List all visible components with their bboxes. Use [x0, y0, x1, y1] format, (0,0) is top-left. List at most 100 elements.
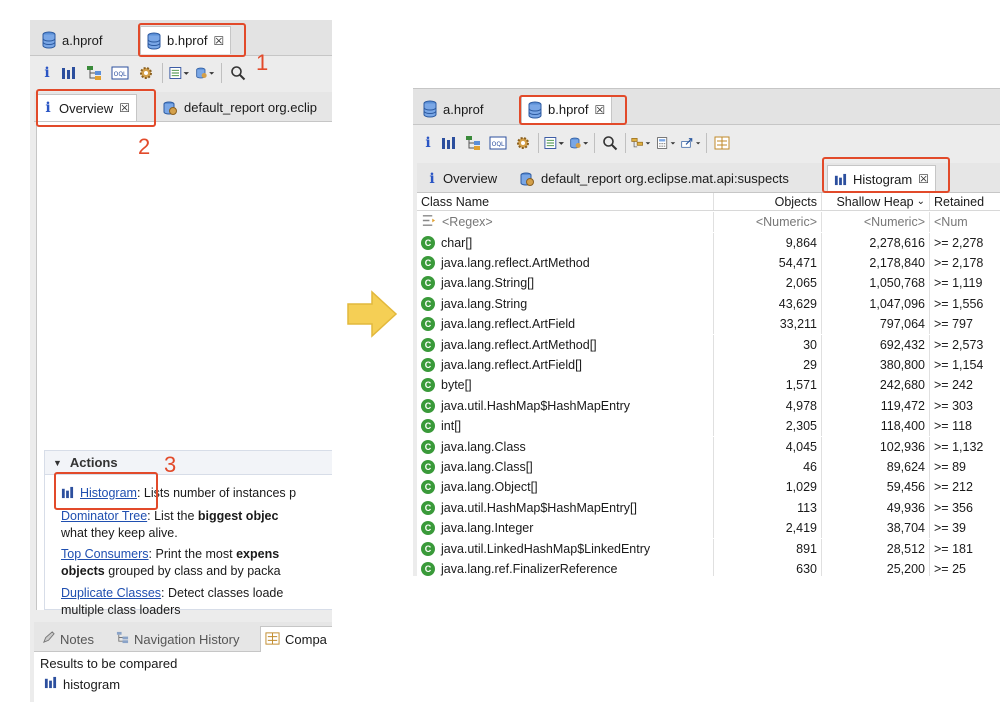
search-icon[interactable]: [228, 63, 248, 83]
table-row[interactable]: Cchar[] 9,864 2,278,616 >= 2,278: [417, 232, 1000, 253]
retained-heap-cell: >= 303: [929, 395, 1000, 417]
highlight-box-b-hprof: [519, 95, 627, 125]
compare-basket-view: Results to be compared histogram: [34, 652, 332, 702]
heap-dump-menu-icon[interactable]: [195, 63, 215, 83]
class-icon: C: [421, 256, 435, 271]
table-row[interactable]: Cjava.lang.Class[] 46 89,624 >= 89: [417, 456, 1000, 478]
table-row[interactable]: Cjava.lang.String[] 2,065 1,050,768 >= 1,11…: [417, 273, 1000, 294]
query-browser-icon[interactable]: [169, 63, 189, 83]
class-name-cell: Cjava.lang.reflect.ArtField[]: [421, 355, 713, 375]
column-header-label: Shallow Heap: [836, 194, 914, 209]
class-name: java.util.LinkedHashMap$LinkedEntry: [441, 541, 651, 556]
tab-label: Overview: [443, 171, 498, 186]
table-row[interactable]: Cjava.util.LinkedHashMap$LinkedEntry 891 2…: [417, 538, 1000, 559]
toolbar-separator: [625, 133, 626, 153]
filter-retained-cell[interactable]: <Num: [929, 212, 1000, 233]
dominator-tree-icon[interactable]: [84, 63, 104, 83]
tab-default-report[interactable]: default_report org.eclipse.mat.api:suspe…: [513, 165, 795, 192]
duplicate-classes-link[interactable]: Duplicate Classes: [61, 586, 161, 600]
tab-overview[interactable]: i Overview: [421, 165, 503, 192]
table-row[interactable]: Cjava.lang.Class 4,045 102,936 >= 1,132: [417, 436, 1000, 457]
class-icon: C: [421, 521, 435, 536]
dominator-tree-link[interactable]: Dominator Tree: [61, 509, 147, 523]
column-header-shallow-heap[interactable]: Shallow Heap ⌄: [821, 193, 929, 210]
class-name: int[]: [441, 419, 462, 434]
overview-info-icon[interactable]: i: [42, 65, 52, 81]
group-by-icon[interactable]: [631, 133, 651, 153]
column-header-class-name[interactable]: Class Name: [421, 193, 713, 210]
retained-heap-cell: >= 181: [929, 538, 1000, 559]
tab-notes[interactable]: Notes: [38, 626, 98, 652]
top-consumers-link[interactable]: Top Consumers: [61, 547, 149, 561]
table-row[interactable]: Cjava.util.HashMap$HashMapEntry 4,978 119,…: [417, 395, 1000, 417]
query-browser-icon[interactable]: [544, 133, 564, 153]
export-icon[interactable]: [681, 133, 701, 153]
search-icon[interactable]: [600, 133, 620, 153]
class-name-cell: Cint[]: [421, 416, 713, 436]
overview-info-icon[interactable]: i: [423, 135, 433, 151]
class-name-cell: Cjava.lang.ref.FinalizerReference: [421, 559, 713, 576]
action-duplicate-classes: Duplicate Classes: Detect classes loade …: [61, 585, 283, 619]
oql-icon[interactable]: OQL: [110, 63, 130, 83]
compare-item[interactable]: histogram: [44, 676, 120, 692]
shallow-heap-cell: 692,432: [821, 334, 929, 355]
regex-filter-icon: [421, 213, 436, 231]
column-header-retained[interactable]: Retained: [929, 193, 1000, 210]
arrow-right-icon: [347, 290, 398, 338]
filter-objects-cell[interactable]: <Numeric>: [713, 212, 821, 233]
file-tab-bar: a.hprof b.hprof ☒: [413, 89, 1000, 125]
file-tab-label: a.hprof: [62, 32, 103, 48]
table-row[interactable]: Cjava.lang.ref.FinalizerReference 630 25,2…: [417, 558, 1000, 576]
class-name: java.lang.Integer: [441, 521, 534, 536]
table-row[interactable]: Cint[] 2,305 118,400 >= 118: [417, 416, 1000, 437]
table-row[interactable]: Cjava.lang.reflect.ArtField[] 29 380,800 >=…: [417, 354, 1000, 376]
add-to-compare-icon[interactable]: [712, 133, 732, 153]
toolbar-separator: [162, 63, 163, 83]
toolbar-separator: [538, 133, 539, 153]
oql-icon[interactable]: OQL: [488, 133, 508, 153]
table-row[interactable]: Cjava.util.HashMap$HashMapEntry[] 113 49,9…: [417, 497, 1000, 519]
class-name-cell: Cbyte[]: [421, 375, 713, 395]
compare-heading: Results to be compared: [40, 656, 178, 671]
file-tab-a-hprof[interactable]: a.hprof: [36, 26, 108, 54]
shallow-heap-cell: 102,936: [821, 436, 929, 457]
class-name-cell: Cjava.lang.reflect.ArtMethod[]: [421, 335, 713, 355]
table-row[interactable]: Cjava.lang.reflect.ArtMethod 54,471 2,178,…: [417, 252, 1000, 274]
tab-label: default_report org.eclip: [184, 100, 317, 115]
collapse-triangle-icon[interactable]: ▼: [53, 458, 62, 468]
tab-compare-basket[interactable]: Compa: [260, 626, 332, 652]
retained-heap-cell: >= 242: [929, 375, 1000, 396]
table-row[interactable]: Cjava.lang.String 43,629 1,047,096 >= 1,556: [417, 293, 1000, 315]
table-row[interactable]: Cjava.lang.Integer 2,419 38,704 >= 39: [417, 518, 1000, 539]
column-header-objects[interactable]: Objects: [713, 193, 821, 210]
class-name: java.lang.String: [441, 296, 528, 311]
action-description: what they keep alive.: [61, 526, 178, 540]
retained-heap-cell: >= 797: [929, 314, 1000, 335]
class-name-cell: Cjava.lang.Class[]: [421, 457, 713, 477]
objects-cell: 113: [713, 497, 821, 519]
table-row[interactable]: Cjava.lang.reflect.ArtField 33,211 797,064…: [417, 314, 1000, 335]
class-icon: C: [421, 500, 435, 515]
dominator-tree-icon[interactable]: [463, 133, 483, 153]
shallow-heap-cell: 25,200: [821, 558, 929, 576]
filter-name-cell[interactable]: <Regex>: [421, 212, 713, 232]
histogram-icon[interactable]: [438, 133, 458, 153]
tab-navigation-history[interactable]: Navigation History: [112, 626, 244, 652]
tab-default-report[interactable]: default_report org.eclip: [156, 94, 323, 121]
calculator-icon[interactable]: [656, 133, 676, 153]
filter-shallow-cell[interactable]: <Numeric>: [821, 212, 929, 233]
table-row[interactable]: Cjava.lang.Object[] 1,029 59,456 >= 212: [417, 477, 1000, 498]
class-name: char[]: [441, 235, 473, 250]
histogram-table: Class Name Objects Shallow Heap ⌄ Retaine…: [417, 193, 1000, 576]
file-tab-a-hprof[interactable]: a.hprof: [417, 95, 489, 123]
action-description: : Lists number of instances p: [136, 486, 297, 500]
gear-icon[interactable]: [513, 133, 533, 153]
heap-dump-menu-icon[interactable]: [569, 133, 589, 153]
table-row[interactable]: Cbyte[] 1,571 242,680 >= 242: [417, 375, 1000, 396]
histogram-icon[interactable]: [58, 63, 78, 83]
file-tab-label: a.hprof: [443, 101, 484, 117]
retained-heap-cell: >= 2,278: [929, 232, 1000, 253]
table-row[interactable]: Cjava.lang.reflect.ArtMethod[] 30 692,432 >…: [417, 334, 1000, 355]
tab-label: Notes: [60, 631, 94, 647]
gear-icon[interactable]: [136, 63, 156, 83]
